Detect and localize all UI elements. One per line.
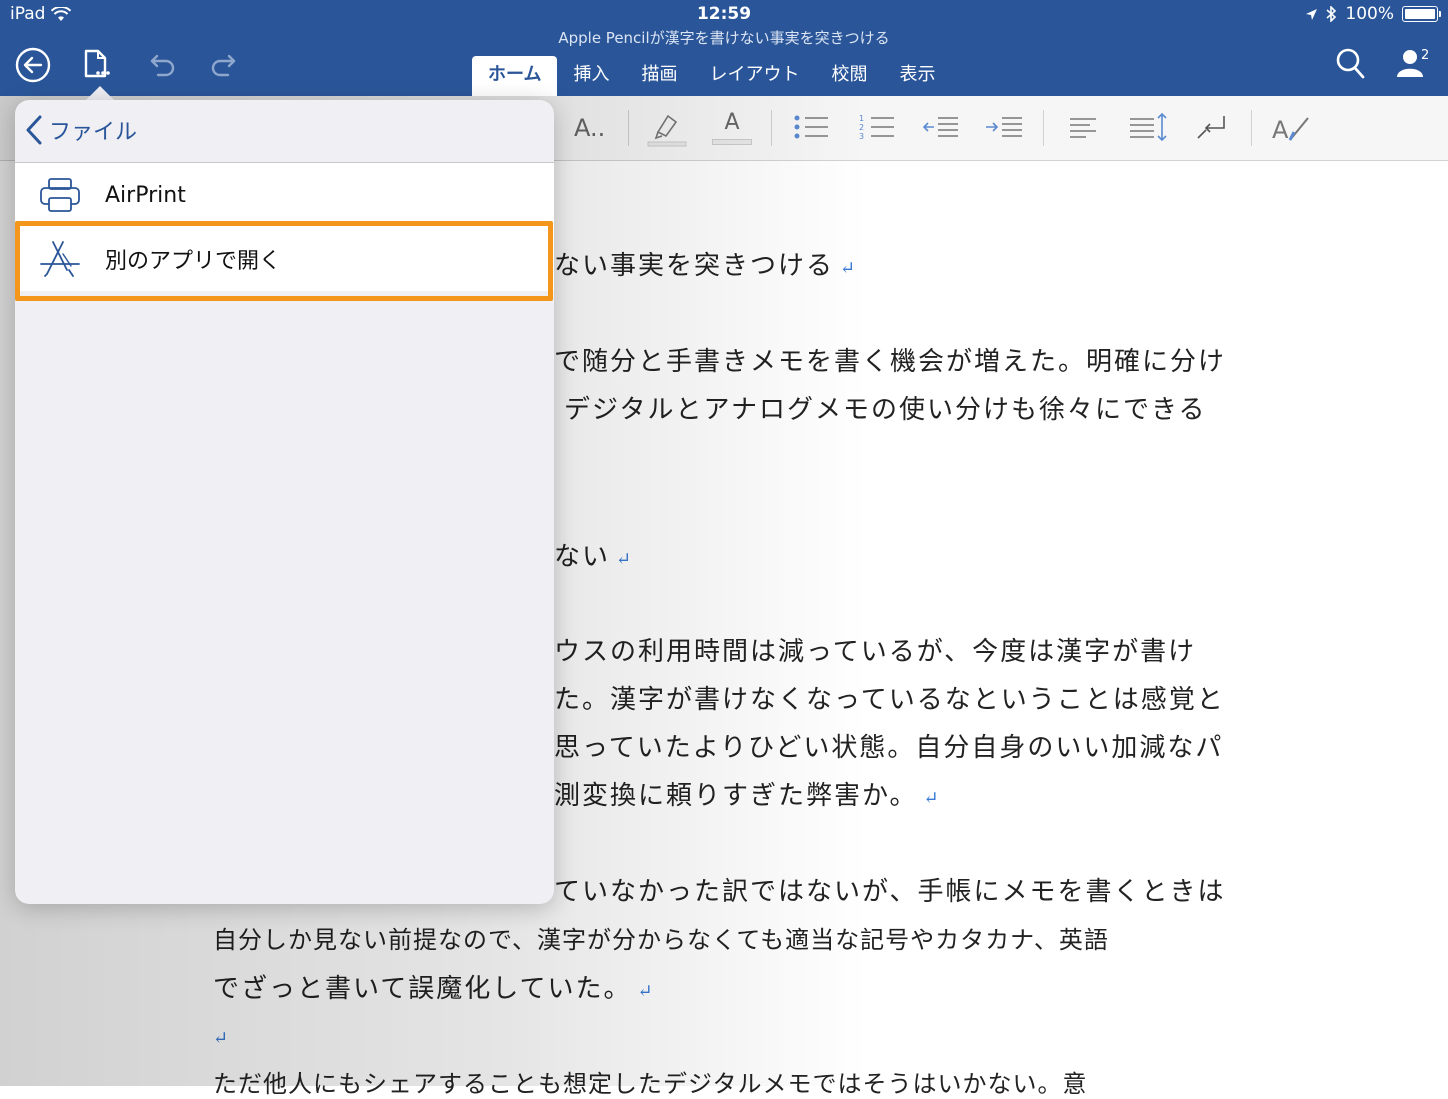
doc-text: でざっと書いて誤魔化していた。 xyxy=(213,974,632,1004)
tab-layout[interactable]: レイアウト xyxy=(693,56,815,96)
doc-paragraph: ない事実を突きつける ↵ xyxy=(554,245,857,282)
doc-text: ない xyxy=(554,542,611,572)
battery-percent: 100% xyxy=(1345,4,1394,24)
svg-text:3: 3 xyxy=(859,132,864,141)
doc-paragraph: 測変換に頼りすぎた弊害か。 ↵ xyxy=(554,775,941,812)
share-count-badge: 2 xyxy=(1421,48,1430,63)
styles-brush-icon[interactable]: A xyxy=(1270,110,1314,144)
menu-item-open-in-other-app[interactable]: 別のアプリで開く xyxy=(15,227,554,291)
back-circle-icon[interactable] xyxy=(14,46,52,84)
doc-paragraph: 思っていたよりひどい状態。自分自身のいい加減なパ xyxy=(554,733,1224,763)
line-spacing-icon[interactable] xyxy=(1128,110,1170,144)
increase-indent-icon[interactable] xyxy=(984,110,1024,144)
paragraph-mark: ↵ xyxy=(923,788,941,809)
paragraph-mark: ↵ xyxy=(213,1028,231,1049)
ribbon-separator xyxy=(771,110,772,146)
doc-paragraph: でざっと書いて誤魔化していた。 ↵ xyxy=(213,968,655,1005)
popover-header: ファイル xyxy=(15,100,554,163)
doc-paragraph: ていなかった訳ではないが、手帳にメモを書くときは xyxy=(554,877,1226,907)
font-color-button[interactable]: A xyxy=(712,110,752,145)
paragraph-mark-icon[interactable] xyxy=(1196,110,1230,144)
paragraph-mark: ↵ xyxy=(840,258,858,279)
doc-paragraph: ただ他人にもシェアすることも想定したデジタルメモではそうはいかない。意 xyxy=(213,1070,1088,1098)
redo-icon[interactable] xyxy=(206,46,244,84)
font-styles-button[interactable]: A.. xyxy=(574,114,605,142)
ribbon-tabs: ホーム 挿入 描画 レイアウト 校閲 表示 xyxy=(472,56,951,96)
align-left-icon[interactable] xyxy=(1066,110,1100,144)
back-to-file-button[interactable]: ファイル xyxy=(25,114,137,146)
paragraph-mark: ↵ xyxy=(616,549,634,570)
document-title: Apple Pencilが漢字を書けない事実を突きつける xyxy=(558,29,890,47)
file-menu-icon[interactable] xyxy=(78,46,116,84)
doc-paragraph: デジタルとアナログメモの使い分けも徐々にできる xyxy=(564,395,1207,425)
tab-draw[interactable]: 描画 xyxy=(625,56,693,96)
bullet-list-icon[interactable] xyxy=(792,110,830,144)
app-store-icon xyxy=(40,241,80,277)
tab-home[interactable]: ホーム xyxy=(472,56,558,96)
location-icon xyxy=(1306,8,1318,20)
numbered-list-icon[interactable]: 1 2 3 xyxy=(858,110,896,144)
svg-text:2: 2 xyxy=(859,123,864,132)
menu-item-label: 別のアプリで開く xyxy=(105,249,282,274)
font-color-label: A xyxy=(724,110,740,135)
clock: 12:59 xyxy=(696,4,752,24)
ribbon-separator xyxy=(628,110,629,146)
menu-item-label: AirPrint xyxy=(105,182,186,208)
popover-arrow xyxy=(86,86,114,100)
doc-paragraph: で随分と手書きメモを書く機会が増えた。明確に分け xyxy=(554,347,1227,377)
title-bar: iPad 12:59 100% Apple Pencilが漢字を書けない事実を突… xyxy=(0,0,1448,96)
tab-view[interactable]: 表示 xyxy=(883,56,951,96)
doc-paragraph: ない ↵ xyxy=(554,536,633,573)
doc-text: 測変換に頼りすぎた弊害か。 xyxy=(554,781,918,811)
font-color-swatch xyxy=(712,139,752,145)
doc-text: ない事実を突きつける xyxy=(554,251,835,281)
highlighter-icon[interactable] xyxy=(646,110,688,148)
doc-paragraph: ↵ xyxy=(213,1021,230,1051)
decrease-indent-icon[interactable] xyxy=(920,110,960,144)
bluetooth-icon xyxy=(1326,6,1337,22)
menu-item-airprint[interactable]: AirPrint xyxy=(15,163,554,228)
ribbon-separator xyxy=(1043,110,1044,146)
chevron-left-icon xyxy=(26,115,42,145)
svg-text:A: A xyxy=(1272,116,1289,144)
battery-icon xyxy=(1402,6,1441,22)
doc-paragraph: 自分しか見ない前提なので、漢字が分からなくても適当な記号やカタカナ、英語 xyxy=(213,926,1109,954)
tab-insert[interactable]: 挿入 xyxy=(557,56,625,96)
printer-icon xyxy=(40,178,80,212)
undo-icon[interactable] xyxy=(142,46,180,84)
tab-review[interactable]: 校閲 xyxy=(815,56,883,96)
doc-paragraph: ウスの利用時間は減っているが、今度は漢字が書け xyxy=(554,637,1197,667)
file-popover: ファイル AirPrint 別のアプリで開く xyxy=(15,100,554,904)
svg-text:1: 1 xyxy=(859,114,864,123)
back-label: ファイル xyxy=(49,120,138,145)
doc-paragraph: た。漢字が書けなくなっているなということは感覚と xyxy=(554,685,1225,715)
search-icon[interactable] xyxy=(1334,46,1366,80)
paragraph-mark: ↵ xyxy=(637,981,655,1002)
ribbon-separator xyxy=(1251,110,1252,146)
status-right: 100% xyxy=(1305,4,1441,24)
